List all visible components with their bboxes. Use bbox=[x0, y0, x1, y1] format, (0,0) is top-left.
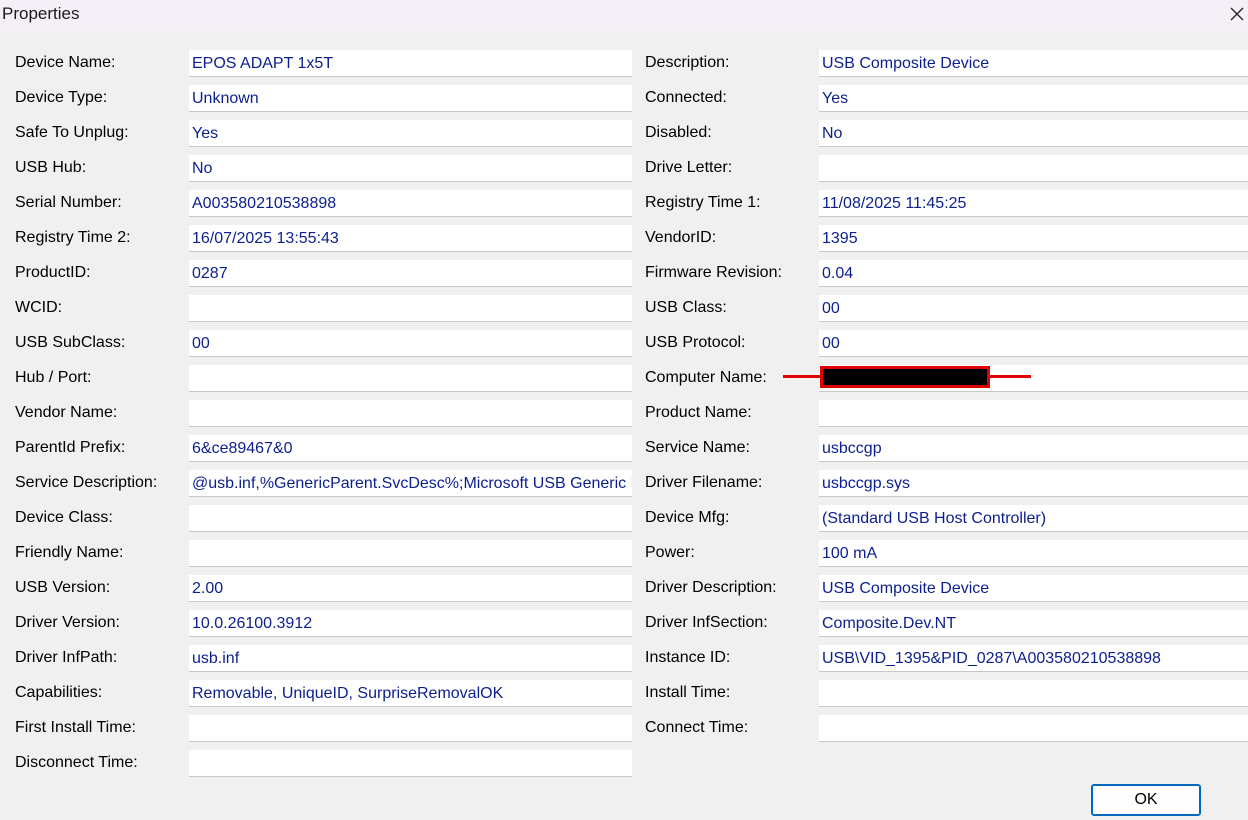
value-disconnect-time[interactable] bbox=[189, 750, 632, 777]
value-instance-id[interactable]: USB\VID_1395&PID_0287\A003580210538898 bbox=[819, 645, 1248, 672]
label-device-mfg: Device Mfg: bbox=[645, 509, 730, 526]
value-usb-protocol[interactable]: 00 bbox=[819, 330, 1248, 357]
label-disabled: Disabled: bbox=[645, 124, 712, 141]
label-power: Power: bbox=[645, 544, 695, 561]
field-row-drive-letter: Drive Letter: bbox=[0, 155, 1248, 187]
label-vendorid: VendorID: bbox=[645, 229, 717, 246]
field-row-vendorid: VendorID: 1395 bbox=[0, 225, 1248, 257]
window-title: Properties bbox=[2, 4, 80, 23]
value-power[interactable]: 100 mA bbox=[819, 540, 1248, 567]
title-bar: Properties bbox=[0, 0, 1248, 30]
field-row-device-mfg: Device Mfg: (Standard USB Host Controller… bbox=[0, 505, 1248, 537]
value-disabled[interactable]: No bbox=[819, 120, 1248, 147]
field-row-computer-name: Computer Name: bbox=[0, 365, 1248, 397]
value-description[interactable]: USB Composite Device bbox=[819, 50, 1248, 77]
value-usb-class[interactable]: 00 bbox=[819, 295, 1248, 322]
value-vendorid[interactable]: 1395 bbox=[819, 225, 1248, 252]
label-connect-time: Connect Time: bbox=[645, 719, 749, 736]
label-disconnect-time: Disconnect Time: bbox=[15, 754, 138, 771]
field-row-usb-class: USB Class: 00 bbox=[0, 295, 1248, 327]
value-connected[interactable]: Yes bbox=[819, 85, 1248, 112]
field-row-registry-time-1: Registry Time 1: 11/08/2025 11:45:25 bbox=[0, 190, 1248, 222]
field-row-install-time: Install Time: bbox=[0, 680, 1248, 712]
field-row-connected: Connected: Yes bbox=[0, 85, 1248, 117]
label-instance-id: Instance ID: bbox=[645, 649, 731, 666]
field-row-power: Power: 100 mA bbox=[0, 540, 1248, 572]
value-drive-letter[interactable] bbox=[819, 155, 1248, 182]
label-driver-filename: Driver Filename: bbox=[645, 474, 763, 491]
label-driver-description: Driver Description: bbox=[645, 579, 777, 596]
field-row-connect-time: Connect Time: bbox=[0, 715, 1248, 747]
value-firmware-revision[interactable]: 0.04 bbox=[819, 260, 1248, 287]
label-computer-name: Computer Name: bbox=[645, 369, 767, 386]
label-driver-infsection: Driver InfSection: bbox=[645, 614, 768, 631]
label-connected: Connected: bbox=[645, 89, 727, 106]
field-row-disconnect-time: Disconnect Time: bbox=[0, 750, 1248, 782]
label-drive-letter: Drive Letter: bbox=[645, 159, 733, 176]
label-product-name: Product Name: bbox=[645, 404, 752, 421]
value-connect-time[interactable] bbox=[819, 715, 1248, 742]
redaction-box bbox=[820, 366, 990, 388]
value-device-mfg[interactable]: (Standard USB Host Controller) bbox=[819, 505, 1248, 532]
value-product-name[interactable] bbox=[819, 400, 1248, 427]
field-row-instance-id: Instance ID: USB\VID_1395&PID_0287\A00358… bbox=[0, 645, 1248, 677]
close-button[interactable] bbox=[1226, 0, 1248, 28]
field-row-service-name: Service Name: usbccgp bbox=[0, 435, 1248, 467]
field-row-driver-description: Driver Description: USB Composite Device bbox=[0, 575, 1248, 607]
label-usb-class: USB Class: bbox=[645, 299, 727, 316]
label-usb-protocol: USB Protocol: bbox=[645, 334, 746, 351]
label-service-name: Service Name: bbox=[645, 439, 750, 456]
label-firmware-revision: Firmware Revision: bbox=[645, 264, 782, 281]
field-row-driver-infsection: Driver InfSection: Composite.Dev.NT bbox=[0, 610, 1248, 642]
value-driver-infsection[interactable]: Composite.Dev.NT bbox=[819, 610, 1248, 637]
ok-button[interactable]: OK bbox=[1091, 784, 1201, 816]
value-driver-filename[interactable]: usbccgp.sys bbox=[819, 470, 1248, 497]
value-install-time[interactable] bbox=[819, 680, 1248, 707]
field-row-disabled: Disabled: No bbox=[0, 120, 1248, 152]
field-row-product-name: Product Name: bbox=[0, 400, 1248, 432]
label-description: Description: bbox=[645, 54, 730, 71]
label-install-time: Install Time: bbox=[645, 684, 731, 701]
value-driver-description[interactable]: USB Composite Device bbox=[819, 575, 1248, 602]
field-row-firmware-revision: Firmware Revision: 0.04 bbox=[0, 260, 1248, 292]
field-row-description: Description: USB Composite Device bbox=[0, 50, 1248, 82]
value-service-name[interactable]: usbccgp bbox=[819, 435, 1248, 462]
close-icon bbox=[1230, 7, 1244, 21]
value-registry-time-1[interactable]: 11/08/2025 11:45:25 bbox=[819, 190, 1248, 217]
field-row-driver-filename: Driver Filename: usbccgp.sys bbox=[0, 470, 1248, 502]
field-row-usb-protocol: USB Protocol: 00 bbox=[0, 330, 1248, 362]
label-registry-time-1: Registry Time 1: bbox=[645, 194, 761, 211]
